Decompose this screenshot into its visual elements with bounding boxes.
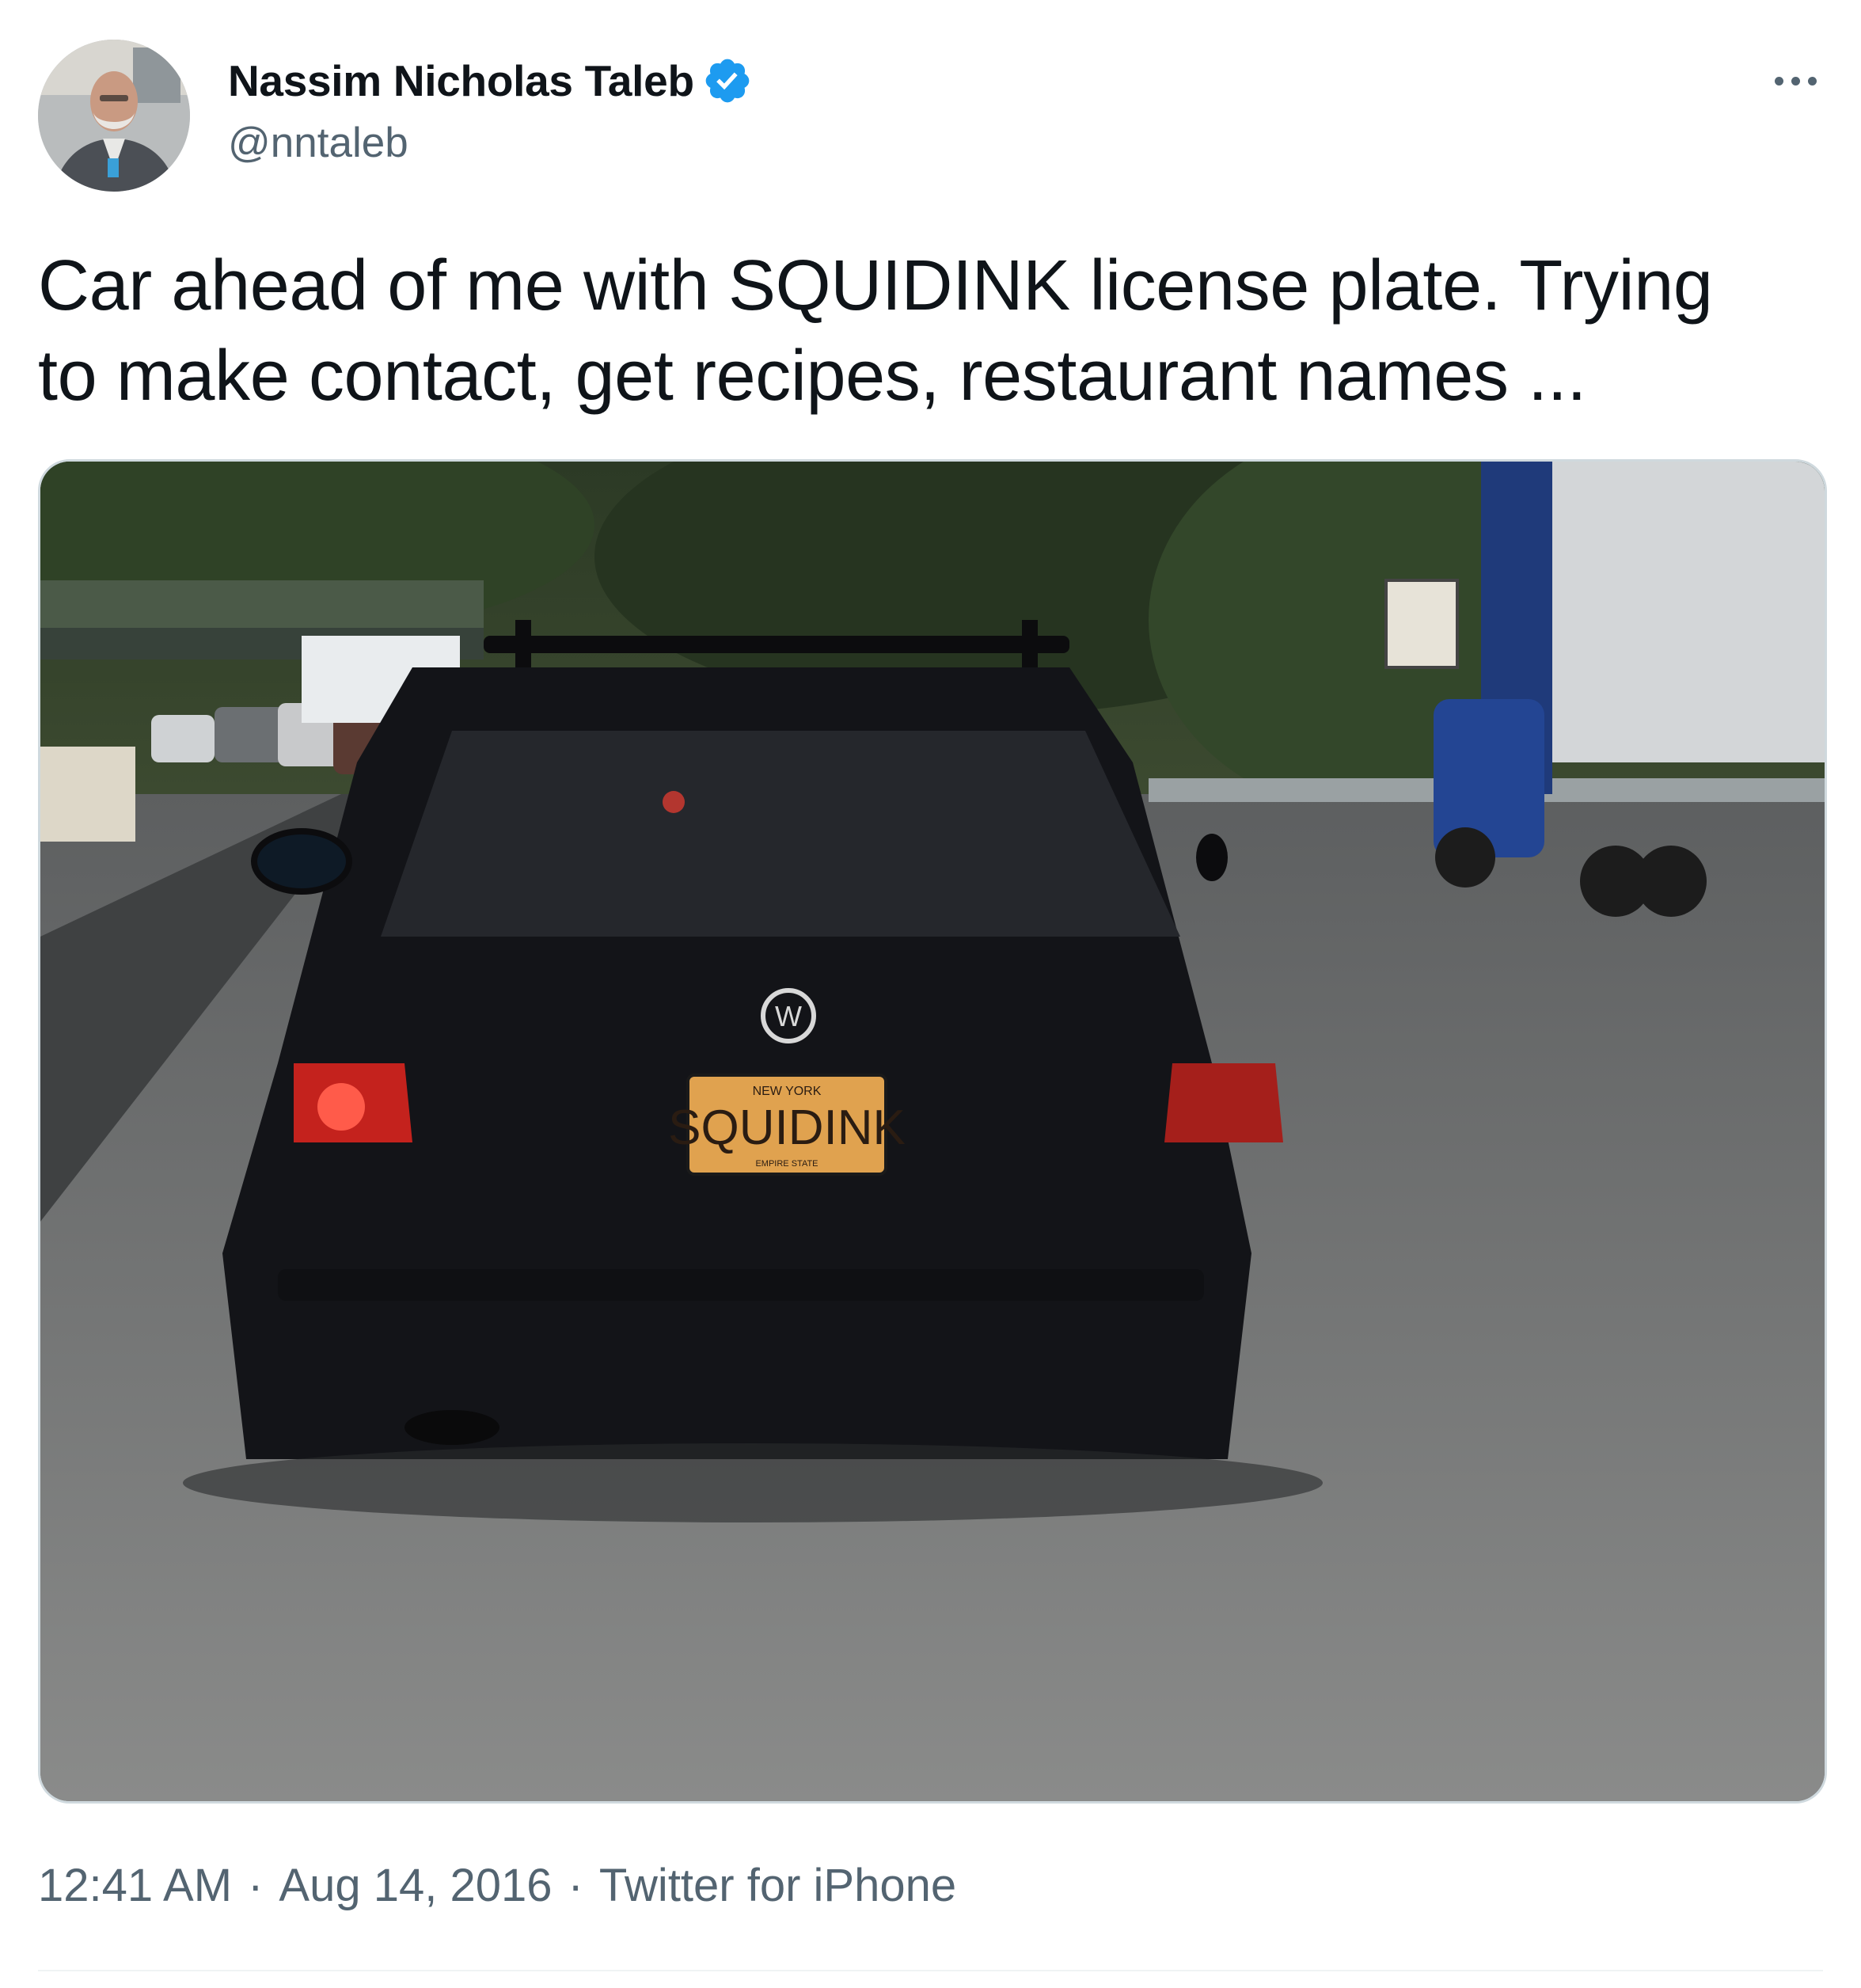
- tweet-card: Nassim Nicholas Taleb @nntaleb Car ahead…: [0, 0, 1861, 1988]
- display-name[interactable]: Nassim Nicholas Taleb: [228, 55, 694, 106]
- avatar[interactable]: [38, 40, 190, 192]
- tweet-time[interactable]: 12:41 AM: [38, 1859, 232, 1912]
- tweet-date[interactable]: Aug 14, 2016: [279, 1859, 552, 1912]
- photo-car-on-highway: W NEW YORK SQUIDINK EMPIRE STATE: [40, 462, 1825, 1801]
- more-dot: [1807, 76, 1817, 86]
- separator: ·: [568, 1859, 583, 1911]
- plate-number-text: SQUIDINK: [668, 1100, 906, 1155]
- more-options-button[interactable]: [1760, 49, 1831, 112]
- profile-photo-icon: [38, 40, 190, 192]
- more-horizontal-icon: [1774, 76, 1783, 86]
- tweet-text: Car ahead of me with SQUIDINK license pl…: [38, 246, 1713, 416]
- author-name-row[interactable]: Nassim Nicholas Taleb: [228, 52, 753, 109]
- divider: [38, 1970, 1823, 1971]
- tweet-photo[interactable]: W NEW YORK SQUIDINK EMPIRE STATE: [38, 459, 1827, 1804]
- author-handle[interactable]: @nntaleb: [228, 119, 408, 167]
- tweet-source[interactable]: Twitter for iPhone: [599, 1859, 956, 1912]
- tweet-metadata: 12:41 AM · Aug 14, 2016 · Twitter for iP…: [38, 1857, 956, 1913]
- plate-state-text: NEW YORK: [753, 1085, 822, 1098]
- more-dot: [1791, 76, 1800, 86]
- plate-footer-text: EMPIRE STATE: [755, 1159, 818, 1169]
- separator: ·: [248, 1859, 264, 1911]
- verified-badge-icon: [705, 59, 750, 103]
- svg-text:W: W: [775, 1000, 802, 1032]
